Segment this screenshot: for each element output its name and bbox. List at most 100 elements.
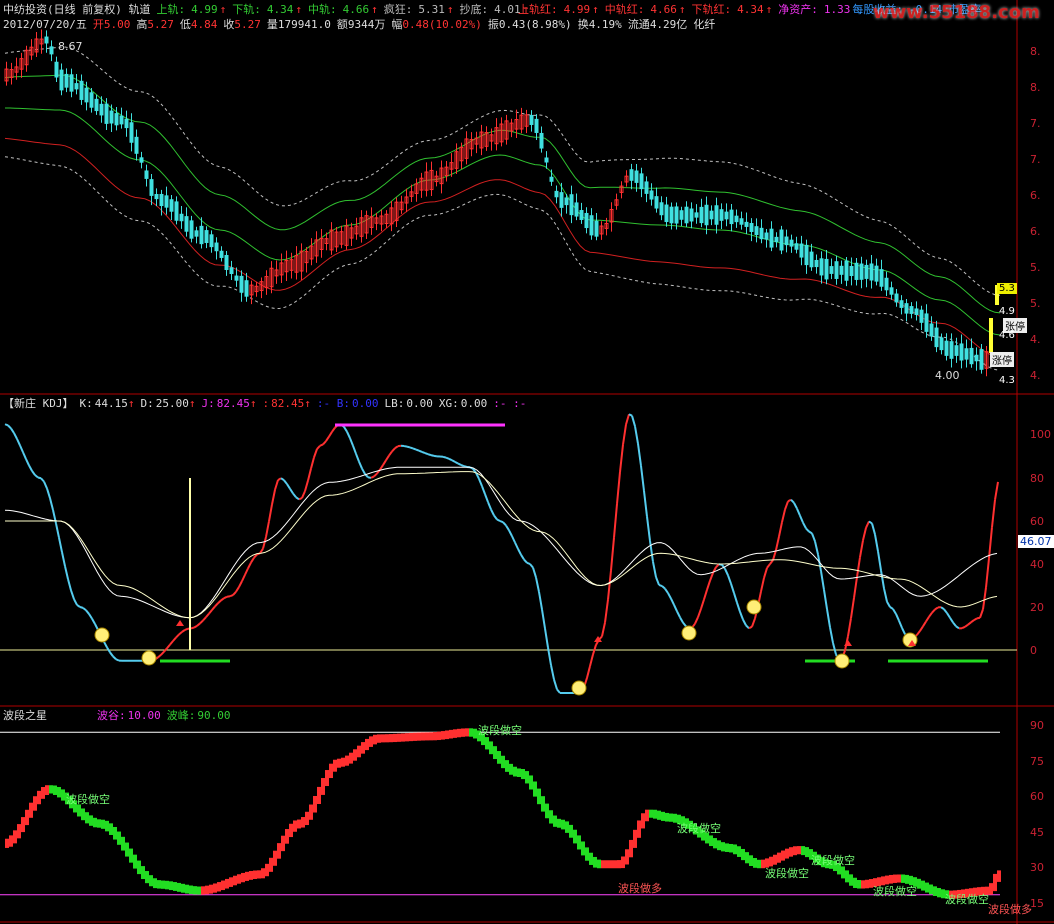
right-tag-upper: 4.9 [999, 306, 1015, 317]
kdj-j-line [916, 630, 921, 636]
candle-body [789, 239, 794, 247]
wave-bar [529, 775, 533, 790]
candle-body [114, 113, 119, 126]
wave-bar [777, 852, 781, 863]
wave-bar [273, 850, 277, 866]
wave-bar [433, 732, 437, 741]
wave-bar [105, 820, 109, 832]
net-asset-label: 净资产: [778, 3, 818, 16]
wave-bar [489, 741, 493, 755]
kdj-j-line [31, 470, 36, 476]
kdj-j-line [625, 413, 630, 425]
kdj-j-line [607, 570, 612, 600]
kdj-j-line [931, 608, 936, 614]
wave-bar [205, 885, 209, 895]
main-ytick: 7. [1030, 153, 1041, 166]
candle-body [914, 308, 919, 315]
kdj-j-line [115, 658, 120, 662]
kdj-j-line [502, 521, 507, 527]
kdj-j-line [346, 431, 351, 439]
wave-bar [81, 808, 85, 821]
candle-body [804, 244, 809, 266]
kdj-j-line [556, 688, 561, 694]
kdj-j-line [799, 515, 804, 524]
lower-value: 4.34 [266, 3, 294, 16]
kdj-j-line [742, 619, 747, 626]
candle-body [839, 265, 844, 275]
wave-bar [89, 815, 93, 826]
chart-canvas[interactable] [0, 0, 1054, 924]
candle-body [869, 263, 874, 281]
kdj-j-line [805, 527, 810, 533]
wave-bar [201, 886, 205, 895]
candle-body [729, 209, 734, 225]
kdj-j-line [43, 481, 48, 489]
candle-body [89, 92, 94, 108]
wave-bar [589, 852, 593, 865]
kdj-j-line [193, 625, 198, 629]
kdj-j-line [106, 646, 111, 653]
kdj-j-line [880, 570, 885, 589]
close-value: 5.27 [234, 18, 261, 31]
kdj-ytick: 60 [1030, 515, 1044, 528]
kdj-j-line [526, 561, 531, 565]
wave-bar [585, 847, 589, 861]
kdj-j-line [535, 577, 540, 593]
wave-bar [713, 838, 717, 849]
kdj-j-line [751, 618, 756, 628]
smiley-icon [681, 625, 697, 641]
wave-label-short: 波段做空 [765, 867, 809, 880]
candle-body [144, 170, 149, 179]
kdj-j-line [877, 551, 882, 571]
kdj-j-line [367, 476, 372, 479]
wave-bar [257, 870, 261, 879]
kdj-tail: :- :- [493, 397, 527, 410]
wave-bar [353, 749, 357, 761]
kdj-j-line [484, 493, 489, 503]
kdj-ytick: 100 [1030, 428, 1051, 441]
kdj-j-line [112, 655, 117, 660]
kdj-j-line [823, 589, 828, 610]
wave-bar [621, 856, 625, 869]
wave-bar [85, 812, 89, 824]
kdj-j-line [223, 595, 228, 600]
wave-bar [721, 842, 725, 852]
kdj-j-line [628, 413, 633, 417]
wave-bar [317, 786, 321, 804]
kdj-j-line [457, 462, 462, 466]
kdj-j-line [676, 610, 681, 618]
candle-body [929, 323, 934, 337]
wave-bar [649, 809, 653, 818]
wave-bar [13, 830, 17, 844]
candle-body [129, 122, 134, 143]
wave-bar [149, 875, 153, 887]
candle-body [549, 176, 554, 182]
kdj-j-line [706, 580, 711, 591]
kdj-j-line [889, 606, 894, 610]
kdj-j-line [814, 541, 819, 555]
kdj-j-line [388, 450, 393, 457]
kdj-j-line [460, 463, 465, 468]
candle-body [204, 230, 209, 243]
right-tag-crazy: 5.3 [997, 283, 1017, 294]
wave-label-short: 波段做空 [811, 854, 855, 867]
candle-body [164, 195, 169, 208]
wave-bar [925, 882, 929, 893]
candle-body [74, 83, 79, 90]
kdj-j-line [505, 524, 510, 531]
wave-bar [933, 886, 937, 896]
kdj-j-line [808, 530, 813, 535]
kdj-j-line [163, 647, 168, 653]
candle-body [809, 251, 814, 268]
wave-bar [281, 835, 285, 852]
wave-bar [917, 878, 921, 889]
wave-bar [169, 881, 173, 891]
kdj-j-line [784, 500, 789, 510]
kdj-j-line [403, 445, 408, 448]
kdj-j-line [10, 427, 15, 434]
wave-bar [285, 829, 289, 844]
candle-body [794, 243, 799, 250]
kdj-j-line [487, 501, 492, 510]
kdj-ytick: 0 [1030, 644, 1037, 657]
kdj-j-line [514, 542, 519, 550]
